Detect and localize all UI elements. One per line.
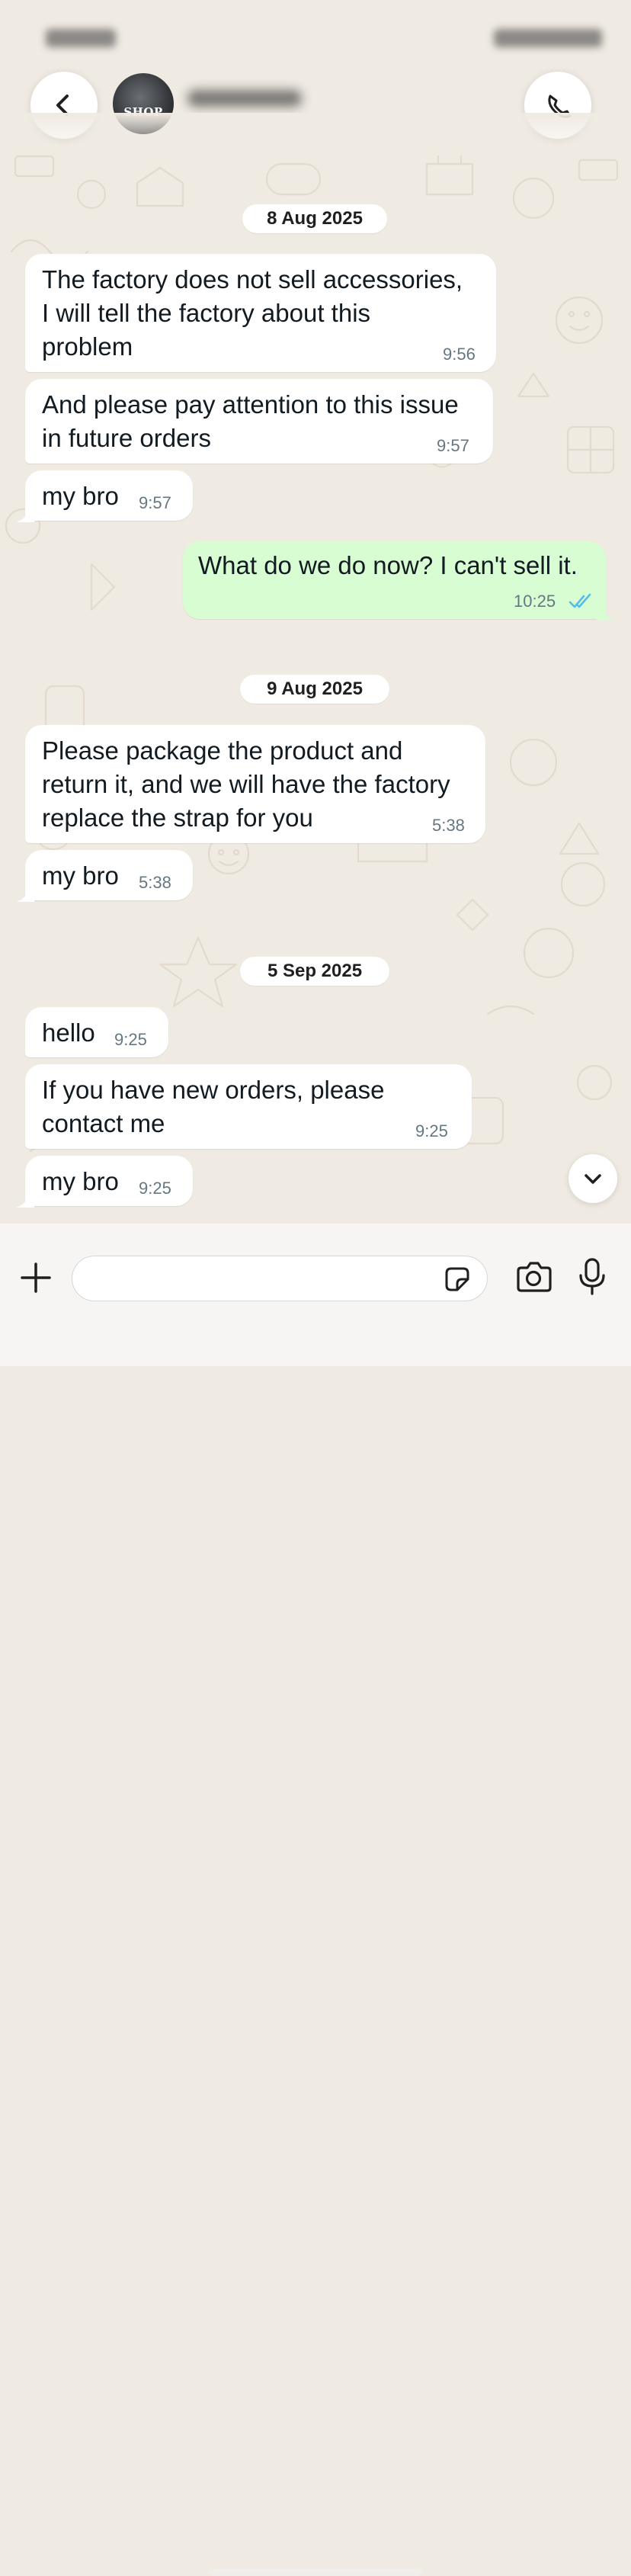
message-text: If you have new orders, please contact me — [42, 1073, 384, 1140]
scroll-to-bottom-button[interactable] — [569, 1154, 617, 1203]
date-separator: 9 Aug 2025 — [240, 675, 389, 704]
message-line: And please pay attention to this issue — [42, 390, 459, 419]
date-separator: 5 Sep 2025 — [240, 957, 389, 986]
status-icons — [494, 29, 602, 47]
message-text: hello — [42, 1016, 95, 1050]
voice-button[interactable] — [573, 1256, 611, 1298]
incoming-message[interactable]: my bro 9:25 — [25, 1156, 193, 1206]
message-line: I will tell the factory about this — [42, 299, 371, 327]
message-time: 9:25 — [139, 1179, 171, 1198]
message-line: my bro — [42, 1167, 119, 1195]
header-fade — [0, 113, 631, 159]
message-line: my bro — [42, 861, 119, 890]
message-time: 10:25 — [514, 592, 556, 611]
message-time: 9:57 — [139, 493, 171, 512]
chevron-down-icon — [585, 1174, 601, 1184]
message-text: my bro — [42, 859, 119, 893]
contact-name[interactable] — [187, 90, 302, 107]
attach-button[interactable] — [17, 1259, 55, 1297]
message-time: 9:25 — [114, 1030, 147, 1049]
message-text: my bro — [42, 480, 119, 513]
message-text: my bro — [42, 1165, 119, 1198]
message-time: 9:25 — [415, 1121, 448, 1140]
message-line: hello — [42, 1019, 95, 1047]
message-time: 9:57 — [437, 436, 469, 455]
incoming-message[interactable]: The factory does not sell accessories, I … — [25, 254, 496, 372]
incoming-message[interactable]: Please package the product and return it,… — [25, 725, 485, 843]
status-time — [46, 29, 116, 47]
camera-icon — [517, 1262, 552, 1292]
read-ticks-icon — [569, 593, 591, 608]
message-line: problem — [42, 332, 133, 361]
incoming-message[interactable]: hello 9:25 — [25, 1007, 168, 1057]
bubble-tail — [16, 887, 34, 902]
message-line: If you have new orders, please — [42, 1076, 385, 1104]
message-text: What do we do now? I can't sell it. — [198, 549, 578, 582]
message-time: 5:38 — [139, 873, 171, 892]
message-line: The factory does not sell accessories, — [42, 265, 463, 294]
sticker-icon — [445, 1267, 469, 1291]
bubble-tail — [597, 605, 615, 621]
incoming-message[interactable]: If you have new orders, please contact me… — [25, 1064, 472, 1149]
sticker-button[interactable] — [441, 1263, 473, 1295]
message-time: 5:38 — [432, 816, 465, 835]
bubble-tail — [16, 1192, 34, 1208]
composer-bar — [0, 1224, 631, 2576]
message-text: And please pay attention to this issue in… — [42, 388, 459, 455]
outgoing-message[interactable]: What do we do now? I can't sell it. 10:25 — [183, 541, 606, 619]
message-line: return it, and we will have the factory — [42, 770, 450, 798]
plus-icon — [21, 1262, 51, 1293]
home-indicator — [209, 2568, 422, 2576]
microphone-icon — [579, 1258, 605, 1295]
message-line: in future orders — [42, 424, 211, 452]
message-line: my bro — [42, 482, 119, 510]
incoming-message[interactable]: my bro 9:57 — [25, 470, 193, 521]
camera-button[interactable] — [514, 1257, 553, 1297]
message-time: 9:56 — [443, 345, 476, 364]
message-line: contact me — [42, 1109, 165, 1137]
message-text: The factory does not sell accessories, I … — [42, 263, 463, 364]
bubble-tail — [16, 507, 34, 522]
date-separator: 8 Aug 2025 — [242, 204, 387, 233]
message-line: What do we do now? I can't sell it. — [198, 551, 578, 579]
message-line: replace the strap for you — [42, 804, 313, 832]
message-text: Please package the product and return it,… — [42, 734, 450, 835]
message-line: Please package the product and — [42, 736, 403, 765]
message-input[interactable] — [72, 1256, 488, 1301]
incoming-message[interactable]: my bro 5:38 — [25, 850, 193, 900]
incoming-message[interactable]: And please pay attention to this issue in… — [25, 379, 493, 464]
